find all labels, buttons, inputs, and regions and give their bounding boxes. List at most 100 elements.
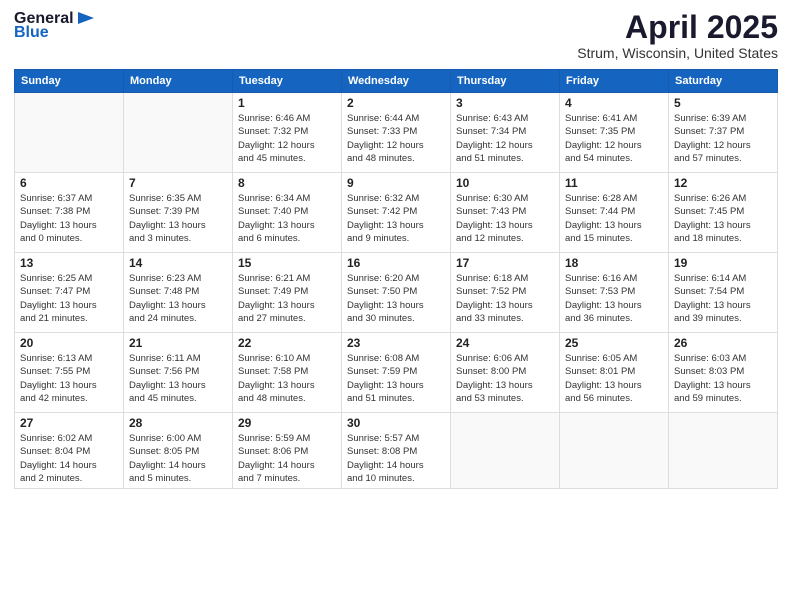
calendar-cell: 5 Sunrise: 6:39 AM Sunset: 7:37 PM Daylig…	[669, 93, 778, 173]
calendar-cell	[560, 413, 669, 489]
title-block: April 2025 Strum, Wisconsin, United Stat…	[577, 10, 778, 61]
calendar-cell	[669, 413, 778, 489]
logo: General Blue	[14, 10, 98, 42]
weekday-header-friday: Friday	[560, 70, 669, 93]
day-number: 27	[20, 416, 118, 430]
calendar-cell	[15, 93, 124, 173]
calendar-cell: 15 Sunrise: 6:21 AM Sunset: 7:49 PM Dayli…	[233, 253, 342, 333]
day-number: 25	[565, 336, 663, 350]
calendar-cell: 2 Sunrise: 6:44 AM Sunset: 7:33 PM Daylig…	[342, 93, 451, 173]
calendar-cell: 23 Sunrise: 6:08 AM Sunset: 7:59 PM Dayli…	[342, 333, 451, 413]
day-number: 21	[129, 336, 227, 350]
day-info: Sunrise: 6:02 AM Sunset: 8:04 PM Dayligh…	[20, 432, 118, 485]
calendar-cell: 24 Sunrise: 6:06 AM Sunset: 8:00 PM Dayli…	[451, 333, 560, 413]
day-info: Sunrise: 6:18 AM Sunset: 7:52 PM Dayligh…	[456, 272, 554, 325]
month-title: April 2025	[577, 10, 778, 45]
calendar-cell: 28 Sunrise: 6:00 AM Sunset: 8:05 PM Dayli…	[124, 413, 233, 489]
calendar-cell: 7 Sunrise: 6:35 AM Sunset: 7:39 PM Daylig…	[124, 173, 233, 253]
day-number: 26	[674, 336, 772, 350]
calendar-cell: 27 Sunrise: 6:02 AM Sunset: 8:04 PM Dayli…	[15, 413, 124, 489]
day-number: 7	[129, 176, 227, 190]
day-number: 17	[456, 256, 554, 270]
day-info: Sunrise: 6:14 AM Sunset: 7:54 PM Dayligh…	[674, 272, 772, 325]
day-number: 28	[129, 416, 227, 430]
day-info: Sunrise: 6:26 AM Sunset: 7:45 PM Dayligh…	[674, 192, 772, 245]
calendar-cell: 1Sunrise: 6:46 AM Sunset: 7:32 PM Daylig…	[233, 93, 342, 173]
week-row-2: 6 Sunrise: 6:37 AM Sunset: 7:38 PM Daylig…	[15, 173, 778, 253]
day-number: 19	[674, 256, 772, 270]
day-number: 18	[565, 256, 663, 270]
day-info: Sunrise: 6:06 AM Sunset: 8:00 PM Dayligh…	[456, 352, 554, 405]
day-number: 8	[238, 176, 336, 190]
calendar-cell: 10 Sunrise: 6:30 AM Sunset: 7:43 PM Dayli…	[451, 173, 560, 253]
week-row-5: 27 Sunrise: 6:02 AM Sunset: 8:04 PM Dayli…	[15, 413, 778, 489]
weekday-header-saturday: Saturday	[669, 70, 778, 93]
calendar-cell: 9 Sunrise: 6:32 AM Sunset: 7:42 PM Daylig…	[342, 173, 451, 253]
calendar-cell: 13 Sunrise: 6:25 AM Sunset: 7:47 PM Dayli…	[15, 253, 124, 333]
weekday-header-monday: Monday	[124, 70, 233, 93]
day-info: Sunrise: 6:03 AM Sunset: 8:03 PM Dayligh…	[674, 352, 772, 405]
day-info: Sunrise: 6:35 AM Sunset: 7:39 PM Dayligh…	[129, 192, 227, 245]
calendar-cell: 6 Sunrise: 6:37 AM Sunset: 7:38 PM Daylig…	[15, 173, 124, 253]
day-info: Sunrise: 5:57 AM Sunset: 8:08 PM Dayligh…	[347, 432, 445, 485]
day-info: Sunrise: 6:28 AM Sunset: 7:44 PM Dayligh…	[565, 192, 663, 245]
day-number: 22	[238, 336, 336, 350]
calendar-cell: 3 Sunrise: 6:43 AM Sunset: 7:34 PM Daylig…	[451, 93, 560, 173]
day-number: 24	[456, 336, 554, 350]
day-number: 14	[129, 256, 227, 270]
calendar-cell: 18 Sunrise: 6:16 AM Sunset: 7:53 PM Dayli…	[560, 253, 669, 333]
day-number: 2	[347, 96, 445, 110]
day-number: 29	[238, 416, 336, 430]
day-number: 10	[456, 176, 554, 190]
day-info: Sunrise: 6:39 AM Sunset: 7:37 PM Dayligh…	[674, 112, 772, 165]
logo-icon	[76, 10, 98, 26]
day-number: 23	[347, 336, 445, 350]
day-number: 5	[674, 96, 772, 110]
day-number: 3	[456, 96, 554, 110]
day-info: Sunrise: 6:43 AM Sunset: 7:34 PM Dayligh…	[456, 112, 554, 165]
day-number: 12	[674, 176, 772, 190]
header: General Blue April 2025 Strum, Wisconsin…	[14, 10, 778, 61]
day-info: Sunrise: 6:37 AM Sunset: 7:38 PM Dayligh…	[20, 192, 118, 245]
day-number: 11	[565, 176, 663, 190]
day-info: Sunrise: 6:30 AM Sunset: 7:43 PM Dayligh…	[456, 192, 554, 245]
calendar-cell: 17 Sunrise: 6:18 AM Sunset: 7:52 PM Dayli…	[451, 253, 560, 333]
calendar-cell: 19 Sunrise: 6:14 AM Sunset: 7:54 PM Dayli…	[669, 253, 778, 333]
calendar-cell: 14Sunrise: 6:23 AM Sunset: 7:48 PM Dayli…	[124, 253, 233, 333]
calendar-cell: 11 Sunrise: 6:28 AM Sunset: 7:44 PM Dayli…	[560, 173, 669, 253]
day-number: 4	[565, 96, 663, 110]
calendar-cell: 12 Sunrise: 6:26 AM Sunset: 7:45 PM Dayli…	[669, 173, 778, 253]
calendar-cell: 25Sunrise: 6:05 AM Sunset: 8:01 PM Dayli…	[560, 333, 669, 413]
day-number: 1	[238, 96, 336, 110]
calendar-cell: 29 Sunrise: 5:59 AM Sunset: 8:06 PM Dayli…	[233, 413, 342, 489]
page: General Blue April 2025 Strum, Wisconsin…	[0, 0, 792, 612]
day-info: Sunrise: 6:13 AM Sunset: 7:55 PM Dayligh…	[20, 352, 118, 405]
weekday-header-thursday: Thursday	[451, 70, 560, 93]
day-info: Sunrise: 6:00 AM Sunset: 8:05 PM Dayligh…	[129, 432, 227, 485]
calendar: SundayMondayTuesdayWednesdayThursdayFrid…	[14, 69, 778, 489]
weekday-header-tuesday: Tuesday	[233, 70, 342, 93]
day-number: 15	[238, 256, 336, 270]
calendar-cell: 30Sunrise: 5:57 AM Sunset: 8:08 PM Dayli…	[342, 413, 451, 489]
day-info: Sunrise: 6:10 AM Sunset: 7:58 PM Dayligh…	[238, 352, 336, 405]
calendar-cell: 22 Sunrise: 6:10 AM Sunset: 7:58 PM Dayli…	[233, 333, 342, 413]
logo-blue-text: Blue	[14, 24, 49, 42]
day-number: 9	[347, 176, 445, 190]
calendar-cell: 4 Sunrise: 6:41 AM Sunset: 7:35 PM Daylig…	[560, 93, 669, 173]
day-info: Sunrise: 5:59 AM Sunset: 8:06 PM Dayligh…	[238, 432, 336, 485]
location: Strum, Wisconsin, United States	[577, 45, 778, 61]
day-info: Sunrise: 6:08 AM Sunset: 7:59 PM Dayligh…	[347, 352, 445, 405]
day-info: Sunrise: 6:25 AM Sunset: 7:47 PM Dayligh…	[20, 272, 118, 325]
day-info: Sunrise: 6:32 AM Sunset: 7:42 PM Dayligh…	[347, 192, 445, 245]
calendar-cell: 21 Sunrise: 6:11 AM Sunset: 7:56 PM Dayli…	[124, 333, 233, 413]
day-info: Sunrise: 6:16 AM Sunset: 7:53 PM Dayligh…	[565, 272, 663, 325]
day-info: Sunrise: 6:44 AM Sunset: 7:33 PM Dayligh…	[347, 112, 445, 165]
day-number: 6	[20, 176, 118, 190]
day-info: Sunrise: 6:34 AM Sunset: 7:40 PM Dayligh…	[238, 192, 336, 245]
day-info: Sunrise: 6:11 AM Sunset: 7:56 PM Dayligh…	[129, 352, 227, 405]
day-info: Sunrise: 6:20 AM Sunset: 7:50 PM Dayligh…	[347, 272, 445, 325]
day-number: 16	[347, 256, 445, 270]
day-info: Sunrise: 6:41 AM Sunset: 7:35 PM Dayligh…	[565, 112, 663, 165]
day-info: Sunrise: 6:21 AM Sunset: 7:49 PM Dayligh…	[238, 272, 336, 325]
day-number: 13	[20, 256, 118, 270]
